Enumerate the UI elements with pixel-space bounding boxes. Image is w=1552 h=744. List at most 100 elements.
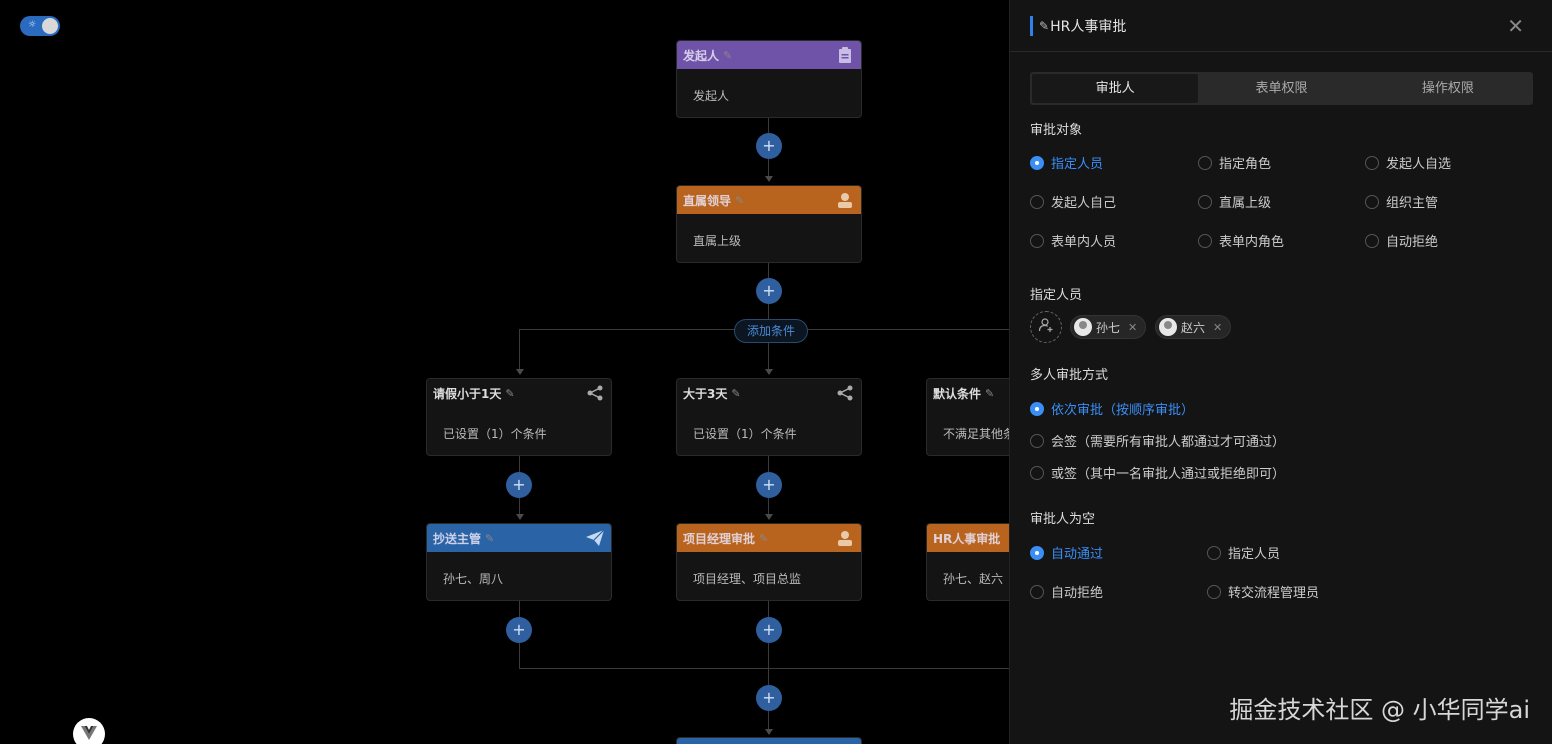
sun-icon: ☼ — [28, 20, 37, 30]
add-node-button[interactable]: + — [756, 472, 782, 498]
node-body: 孙七、周八 — [443, 572, 504, 586]
node-project-manager[interactable]: 项目经理审批 ✎ 项目经理、项目总监 — [676, 523, 862, 601]
add-node-button[interactable]: + — [756, 685, 782, 711]
tab-form-permission[interactable]: 表单权限 — [1198, 74, 1364, 103]
radio-label: 自动通过 — [1051, 547, 1104, 562]
node-condition-1[interactable]: 请假小于1天 ✎ 已设置（1）个条件 — [426, 378, 612, 456]
radio-label: 组织主管 — [1386, 196, 1439, 211]
remove-user-icon[interactable]: ✕ — [1128, 321, 1137, 334]
tab-approver[interactable]: 审批人 — [1032, 74, 1199, 103]
node-body: 已设置（1）个条件 — [443, 427, 547, 441]
radio-label: 依次审批（按顺序审批） — [1051, 403, 1195, 418]
add-node-button[interactable]: + — [506, 617, 532, 643]
node-body: 直属上级 — [693, 234, 742, 248]
edit-icon[interactable]: ✎ — [505, 387, 514, 400]
radio-direct-superior[interactable]: 直属上级 — [1198, 192, 1271, 211]
node-body: 不满足其他条 — [943, 427, 1009, 441]
radio-dot — [1030, 465, 1044, 480]
node-condition-default[interactable]: 默认条件 ✎ 不满足其他条 — [926, 378, 1009, 456]
close-icon[interactable]: ✕ — [1507, 16, 1524, 36]
add-node-button[interactable]: + — [506, 472, 532, 498]
radio-countersign[interactable]: 会签（需要所有审批人都通过才可通过） — [1030, 431, 1285, 450]
add-condition-button[interactable]: 添加条件 — [734, 319, 809, 343]
node-title: 项目经理审批 — [683, 531, 756, 546]
node-initiator[interactable]: 发起人 ✎ 发起人 — [676, 40, 862, 118]
remove-user-icon[interactable]: ✕ — [1213, 321, 1222, 334]
share-icon[interactable] — [585, 383, 605, 403]
radio-empty-auto-reject[interactable]: 自动拒绝 — [1030, 582, 1103, 601]
radio-dot — [1030, 401, 1044, 416]
edit-icon[interactable]: ✎ — [485, 532, 494, 545]
add-node-button[interactable]: + — [756, 617, 782, 643]
user-icon — [835, 190, 855, 210]
toggle-knob — [42, 18, 58, 34]
arrow-icon — [765, 514, 773, 520]
drawer-header: ✎ HR人事审批 ✕ — [1010, 0, 1552, 52]
radio-dot — [1365, 233, 1379, 248]
node-title: 直属领导 — [683, 193, 732, 208]
radio-label: 发起人自选 — [1386, 157, 1452, 172]
add-node-button[interactable]: + — [756, 133, 782, 159]
user-chip-name: 孙七 — [1096, 320, 1121, 335]
node-title: 默认条件 — [933, 386, 982, 401]
radio-auto-reject[interactable]: 自动拒绝 — [1365, 231, 1438, 250]
radio-dot — [1030, 233, 1044, 248]
edit-icon[interactable]: ✎ — [723, 49, 732, 62]
theme-toggle[interactable]: ☼ — [20, 16, 60, 36]
radio-sequential[interactable]: 依次审批（按顺序审批） — [1030, 399, 1194, 418]
edit-icon[interactable]: ✎ — [735, 194, 744, 207]
node-cc[interactable]: 抄送主管 ✎ 孙七、周八 — [426, 523, 612, 601]
share-icon[interactable] — [835, 383, 855, 403]
vue-logo-icon[interactable] — [73, 718, 105, 744]
radio-label: 或签（其中一名审批人通过或拒绝即可） — [1051, 467, 1286, 482]
node-title: 抄送主管 — [433, 531, 482, 546]
add-user-button[interactable] — [1030, 311, 1062, 343]
radio-label: 会签（需要所有审批人都通过才可通过） — [1051, 435, 1286, 450]
radio-form-user[interactable]: 表单内人员 — [1030, 231, 1116, 250]
radio-label: 指定角色 — [1219, 157, 1272, 172]
radio-empty-specified-user[interactable]: 指定人员 — [1207, 543, 1280, 562]
radio-dot — [1198, 233, 1212, 248]
edit-icon[interactable]: ✎ — [731, 387, 740, 400]
radio-dot — [1030, 194, 1044, 209]
radio-label: 自动拒绝 — [1386, 235, 1439, 250]
add-user-icon — [1038, 317, 1054, 337]
radio-specified-role[interactable]: 指定角色 — [1198, 153, 1271, 172]
drawer-title[interactable]: HR人事审批 — [1050, 16, 1126, 36]
node-hr[interactable]: HR人事审批 孙七、赵六 — [926, 523, 1009, 601]
edit-icon[interactable]: ✎ — [759, 532, 768, 545]
edit-icon[interactable]: ✎ — [1039, 19, 1049, 33]
node-body: 孙七、赵六 — [943, 572, 1004, 586]
title-accent-bar — [1030, 15, 1033, 36]
arrow-icon — [765, 729, 773, 735]
radio-or-sign[interactable]: 或签（其中一名审批人通过或拒绝即可） — [1030, 463, 1285, 482]
node-condition-2[interactable]: 大于3天 ✎ 已设置（1）个条件 — [676, 378, 862, 456]
arrow-icon — [516, 514, 524, 520]
arrow-icon — [516, 369, 524, 375]
radio-org-manager[interactable]: 组织主管 — [1365, 192, 1438, 211]
radio-transfer-admin[interactable]: 转交流程管理员 — [1207, 582, 1319, 601]
add-node-button[interactable]: + — [756, 278, 782, 304]
radio-auto-pass[interactable]: 自动通过 — [1030, 543, 1103, 562]
edit-icon[interactable]: ✎ — [985, 387, 994, 400]
radio-form-role[interactable]: 表单内角色 — [1198, 231, 1284, 250]
approval-target-label: 审批对象 — [1030, 123, 1083, 138]
radio-dot — [1198, 194, 1212, 209]
node-body: 发起人 — [693, 89, 730, 103]
settings-tabs: 审批人 表单权限 操作权限 — [1030, 72, 1533, 105]
radio-dot — [1030, 155, 1044, 170]
radio-dot — [1365, 194, 1379, 209]
connector-line — [519, 329, 520, 369]
tab-operation-permission[interactable]: 操作权限 — [1365, 74, 1531, 103]
radio-dot — [1365, 155, 1379, 170]
radio-specified-user[interactable]: 指定人员 — [1030, 153, 1103, 172]
user-chip-name: 赵六 — [1181, 320, 1206, 335]
user-chip: 孙七 ✕ — [1070, 315, 1147, 339]
node-leader[interactable]: 直属领导 ✎ 直属上级 — [676, 185, 862, 263]
arrow-icon — [765, 176, 773, 182]
node-title: 发起人 — [683, 48, 720, 63]
radio-initiator-self[interactable]: 发起人自己 — [1030, 192, 1116, 211]
empty-approver-label: 审批人为空 — [1030, 512, 1096, 527]
radio-initiator-select[interactable]: 发起人自选 — [1365, 153, 1451, 172]
arrow-icon — [765, 369, 773, 375]
